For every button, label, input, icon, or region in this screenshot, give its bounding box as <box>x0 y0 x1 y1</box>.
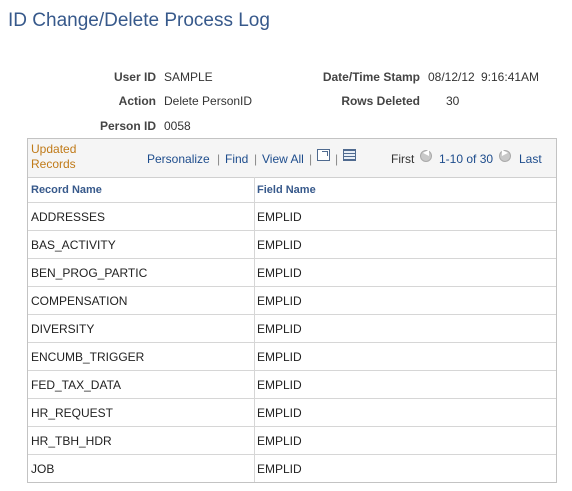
user-id-value: SAMPLE <box>164 70 213 84</box>
rows-deleted-value: 30 <box>446 94 460 108</box>
record-name-cell: ENCUMB_TRIGGER <box>31 350 145 364</box>
next-icon[interactable]: ▶ <box>499 148 511 162</box>
field-name-cell: EMPLID <box>257 266 302 280</box>
last-link[interactable]: Last <box>519 152 542 166</box>
record-name-cell: JOB <box>31 462 55 476</box>
grid-title: Updated Records <box>31 142 77 171</box>
field-name-cell: EMPLID <box>257 406 302 420</box>
zoom-icon[interactable] <box>317 149 330 161</box>
date-time-label: Date/Time Stamp <box>322 70 420 84</box>
updated-records-grid: Updated Records Personalize | Find | Vie… <box>27 138 557 483</box>
record-name-cell: HR_TBH_HDR <box>31 434 112 448</box>
personalize-link[interactable]: Personalize <box>147 152 210 166</box>
toolbar-separator: | <box>217 152 221 166</box>
person-id-value: 0058 <box>164 119 191 133</box>
column-header-record-name[interactable]: Record Name <box>31 177 102 203</box>
record-name-cell: COMPENSATION <box>31 294 128 308</box>
field-name-cell: EMPLID <box>257 322 302 336</box>
time-value: 9:16:41AM <box>481 70 540 84</box>
toolbar-separator: | <box>335 152 339 166</box>
column-divider <box>254 177 255 482</box>
toolbar-separator: | <box>254 152 258 166</box>
action-value: Delete PersonID <box>164 94 253 108</box>
action-label: Action <box>118 94 156 108</box>
view-all-link[interactable]: View All <box>262 152 304 166</box>
record-name-cell: ADDRESSES <box>31 210 106 224</box>
date-value: 08/12/12 <box>428 70 475 84</box>
user-id-label: User ID <box>113 70 156 84</box>
rows-deleted-label: Rows Deleted <box>341 94 420 108</box>
grid-toolbar: Updated Records Personalize | Find | Vie… <box>28 139 556 178</box>
field-name-cell: EMPLID <box>257 378 302 392</box>
field-name-cell: EMPLID <box>257 210 302 224</box>
column-header-field-name[interactable]: Field Name <box>257 177 316 203</box>
field-name-cell: EMPLID <box>257 294 302 308</box>
field-name-cell: EMPLID <box>257 434 302 448</box>
record-name-cell: FED_TAX_DATA <box>31 378 122 392</box>
record-name-cell: BEN_PROG_PARTIC <box>31 266 148 280</box>
page-title: ID Change/Delete Process Log <box>8 10 270 31</box>
record-name-cell: HR_REQUEST <box>31 406 114 420</box>
field-name-cell: EMPLID <box>257 462 302 476</box>
first-label: First <box>391 152 415 166</box>
record-name-cell: DIVERSITY <box>31 322 95 336</box>
previous-icon[interactable]: ◀ <box>420 148 432 162</box>
person-id-label: Person ID <box>99 119 156 133</box>
download-icon[interactable] <box>343 149 356 161</box>
find-link[interactable]: Find <box>225 152 248 166</box>
record-name-cell: BAS_ACTIVITY <box>31 238 116 252</box>
toolbar-separator: | <box>309 152 313 166</box>
field-name-cell: EMPLID <box>257 350 302 364</box>
row-range: 1-10 of 30 <box>439 152 494 166</box>
field-name-cell: EMPLID <box>257 238 302 252</box>
